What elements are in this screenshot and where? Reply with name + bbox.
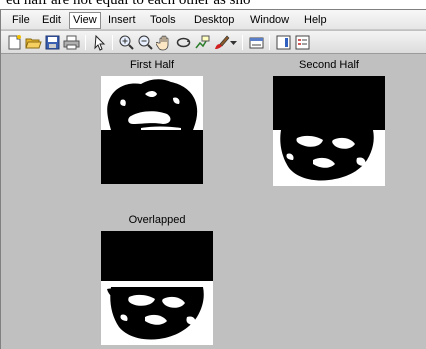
menu-file[interactable]: File <box>9 12 33 29</box>
rotate-3d-icon[interactable] <box>175 34 192 51</box>
image-overlapped[interactable] <box>101 231 213 345</box>
menu-bar: File Edit View Insert Tools Desktop Wind… <box>1 10 426 30</box>
colorbar-icon[interactable] <box>275 34 292 51</box>
link-plot-icon[interactable] <box>248 34 265 51</box>
data-cursor-icon[interactable] <box>194 34 211 51</box>
toolbar-separator <box>242 35 243 50</box>
plot-title-first-half: First Half <box>130 59 174 71</box>
pointer-icon[interactable] <box>91 34 108 51</box>
image-first-half[interactable] <box>101 76 203 184</box>
menu-tools[interactable]: Tools <box>147 12 179 29</box>
menu-view[interactable]: View <box>69 12 101 29</box>
image-second-half[interactable] <box>273 76 385 186</box>
pan-icon[interactable] <box>156 34 173 51</box>
toolbar-separator <box>269 35 270 50</box>
legend-icon[interactable] <box>294 34 311 51</box>
menu-desktop[interactable]: Desktop <box>191 12 237 29</box>
document-text: ed half are not equal to each other as s… <box>6 0 251 8</box>
toolbar-separator <box>85 35 86 50</box>
zoom-in-icon[interactable] <box>118 34 135 51</box>
figure-toolbar <box>1 31 426 54</box>
dropdown-arrow-icon[interactable] <box>229 34 238 51</box>
menu-edit[interactable]: Edit <box>39 12 64 29</box>
open-file-icon[interactable] <box>25 34 42 51</box>
print-icon[interactable] <box>63 34 80 51</box>
menu-help[interactable]: Help <box>301 12 330 29</box>
save-icon[interactable] <box>44 34 61 51</box>
plot-title-overlapped: Overlapped <box>128 214 186 226</box>
figure-canvas: First Half Second Half Overlapped <box>1 55 426 349</box>
menu-window[interactable]: Window <box>247 12 292 29</box>
menu-insert[interactable]: Insert <box>105 12 139 29</box>
toolbar-separator <box>112 35 113 50</box>
zoom-out-icon[interactable] <box>137 34 154 51</box>
plot-title-second-half: Second Half <box>299 59 359 71</box>
new-figure-icon[interactable] <box>6 34 23 51</box>
matlab-figure-window: File Edit View Insert Tools Desktop Wind… <box>0 9 426 349</box>
brush-icon[interactable] <box>213 34 230 51</box>
